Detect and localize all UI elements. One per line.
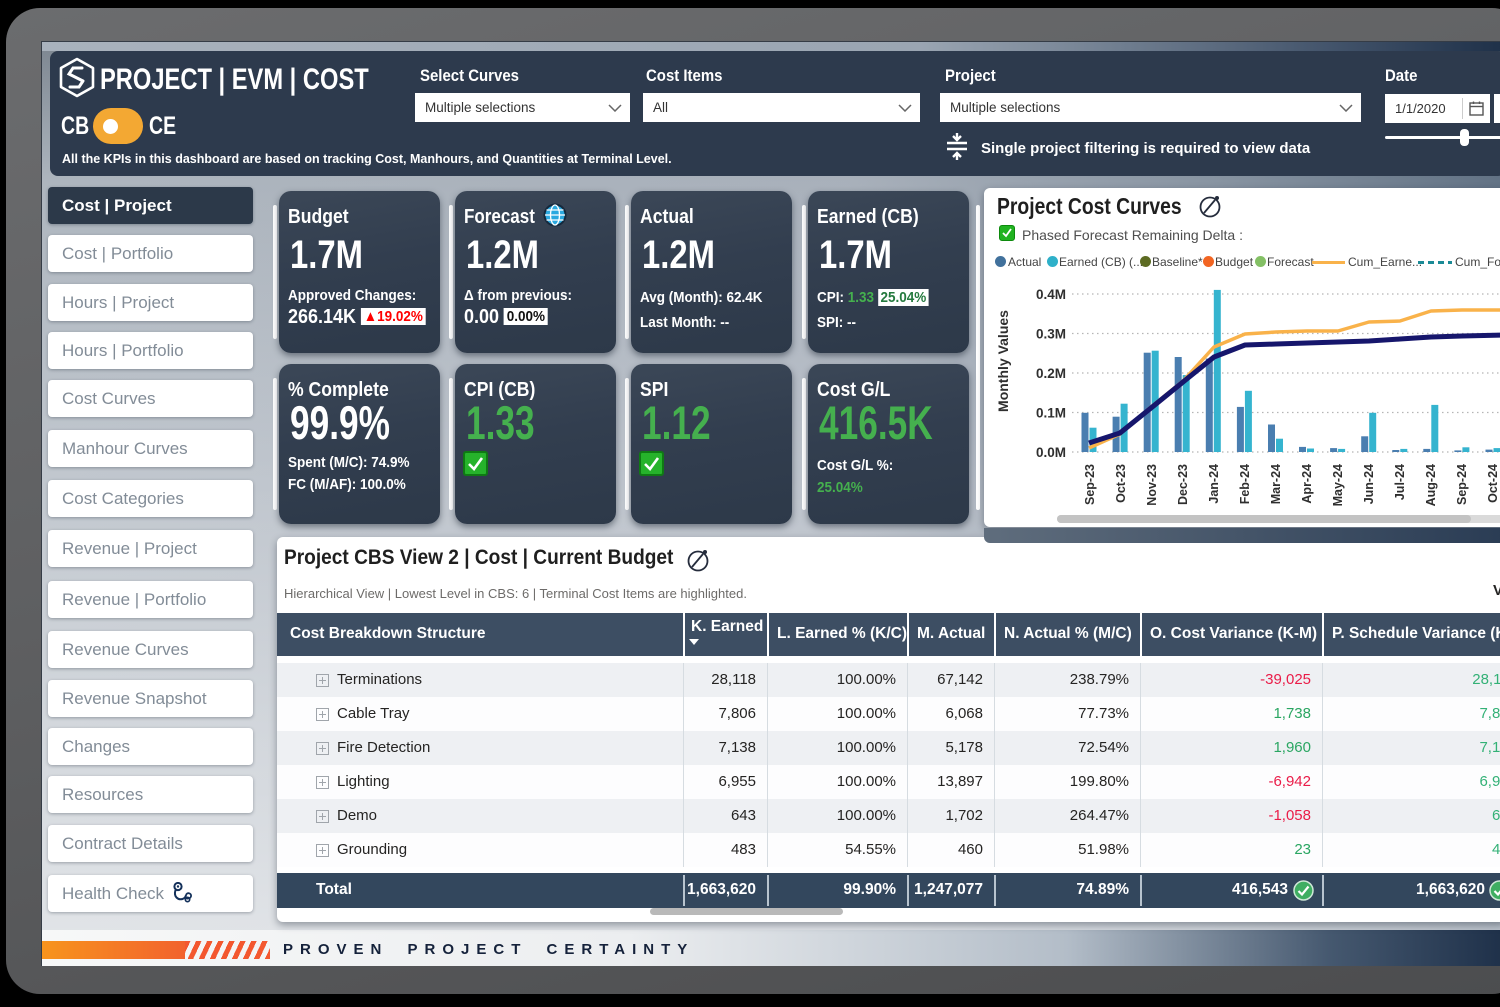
svg-text:Oct-23: Oct-23 (1114, 464, 1128, 503)
svg-text:0.1M: 0.1M (1036, 406, 1066, 421)
svg-text:Apr-24: Apr-24 (1300, 464, 1314, 504)
svg-text:Sep-24: Sep-24 (1455, 464, 1469, 505)
svg-text:Dec-23: Dec-23 (1176, 464, 1190, 505)
svg-text:0.4M: 0.4M (1036, 287, 1066, 302)
svg-text:Jan-24: Jan-24 (1207, 464, 1221, 504)
svg-text:Jun-24: Jun-24 (1362, 464, 1376, 504)
svg-text:Monthly Values: Monthly Values (995, 310, 1011, 412)
svg-text:Nov-23: Nov-23 (1145, 464, 1159, 506)
svg-text:Jul-24: Jul-24 (1393, 464, 1407, 500)
svg-text:Aug-24: Aug-24 (1424, 464, 1438, 506)
svg-text:0.2M: 0.2M (1036, 366, 1066, 381)
svg-text:0.0M: 0.0M (1036, 445, 1066, 460)
svg-text:Feb-24: Feb-24 (1238, 464, 1252, 504)
svg-text:0.3M: 0.3M (1036, 327, 1066, 342)
svg-text:May-24: May-24 (1331, 464, 1345, 506)
svg-text:Sep-23: Sep-23 (1083, 464, 1097, 505)
svg-text:Oct-24: Oct-24 (1486, 464, 1500, 503)
svg-text:Mar-24: Mar-24 (1269, 464, 1283, 504)
